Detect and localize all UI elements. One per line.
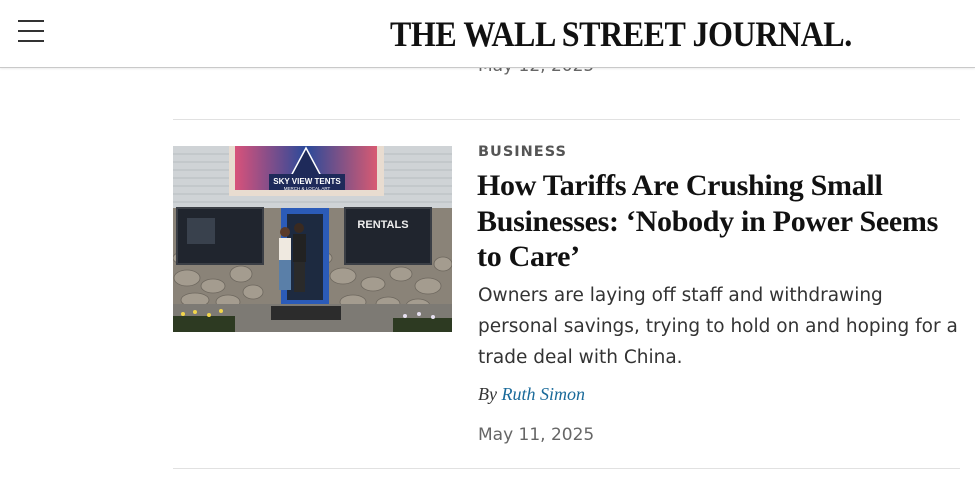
section-flag[interactable]: BUSINESS xyxy=(478,144,567,160)
sign-subtext: MERCH & LOCAL ART xyxy=(284,186,331,191)
sign-text: SKY VIEW TENTS xyxy=(273,177,341,186)
divider xyxy=(173,119,960,120)
author-link[interactable]: Ruth Simon xyxy=(501,384,585,404)
rentals-sign-text: RENTALS xyxy=(357,219,408,231)
article-summary: Owners are laying off staff and withdraw… xyxy=(478,285,958,368)
article-image[interactable]: SKY VIEW TENTS MERCH & LOCAL ART RENTALS xyxy=(173,146,452,332)
article-date: May 11, 2025 xyxy=(478,425,595,445)
article-byline: By Ruth Simon xyxy=(478,384,585,405)
divider xyxy=(173,468,960,469)
article-headline[interactable]: How Tariffs Are Crushing Small Businesse… xyxy=(477,168,957,275)
byline-prefix: By xyxy=(478,384,497,404)
hamburger-menu-icon[interactable] xyxy=(18,20,44,42)
site-logo[interactable]: THE WALL STREET JOURNAL. xyxy=(390,14,852,54)
site-header: THE WALL STREET JOURNAL. xyxy=(0,0,975,68)
